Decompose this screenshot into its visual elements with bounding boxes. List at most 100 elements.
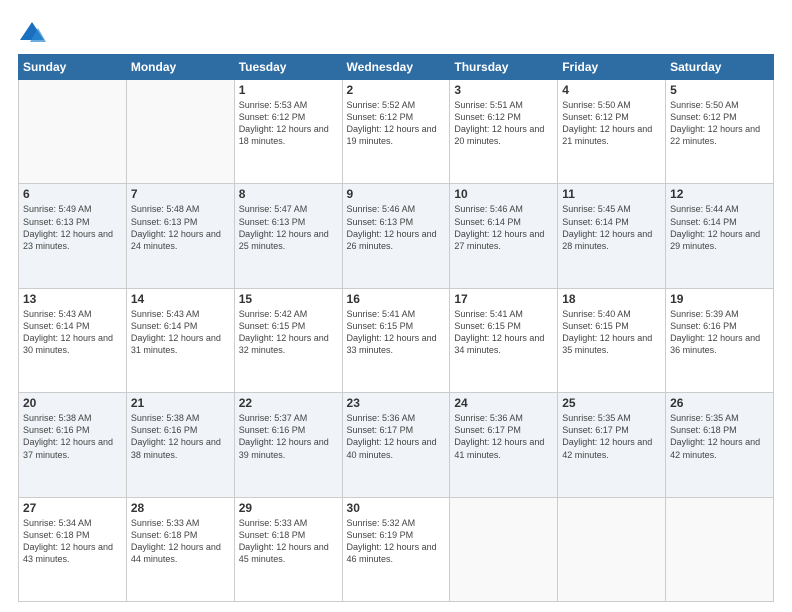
day-number: 14 [131, 292, 230, 306]
day-info: Sunrise: 5:52 AM Sunset: 6:12 PM Dayligh… [347, 99, 446, 148]
calendar-cell: 22 Sunrise: 5:37 AM Sunset: 6:16 PM Dayli… [234, 393, 342, 497]
day-info: Sunrise: 5:40 AM Sunset: 6:15 PM Dayligh… [562, 308, 661, 357]
weekday-header-sunday: Sunday [19, 55, 127, 80]
calendar-cell: 18 Sunrise: 5:40 AM Sunset: 6:15 PM Dayli… [558, 288, 666, 392]
logo-icon [18, 18, 46, 46]
calendar-cell: 28 Sunrise: 5:33 AM Sunset: 6:18 PM Dayli… [126, 497, 234, 601]
calendar-cell: 21 Sunrise: 5:38 AM Sunset: 6:16 PM Dayli… [126, 393, 234, 497]
day-info: Sunrise: 5:36 AM Sunset: 6:17 PM Dayligh… [454, 412, 553, 461]
day-number: 9 [347, 187, 446, 201]
day-info: Sunrise: 5:35 AM Sunset: 6:17 PM Dayligh… [562, 412, 661, 461]
day-number: 12 [670, 187, 769, 201]
calendar: SundayMondayTuesdayWednesdayThursdayFrid… [18, 54, 774, 602]
calendar-cell: 23 Sunrise: 5:36 AM Sunset: 6:17 PM Dayli… [342, 393, 450, 497]
day-number: 22 [239, 396, 338, 410]
calendar-cell: 1Sunrise: 5:53 AM Sunset: 6:12 PM Daylig… [234, 80, 342, 184]
calendar-cell: 17Sunrise: 5:41 AM Sunset: 6:15 PM Dayli… [450, 288, 558, 392]
day-info: Sunrise: 5:34 AM Sunset: 6:18 PM Dayligh… [23, 517, 122, 566]
calendar-cell [558, 497, 666, 601]
weekday-header-saturday: Saturday [666, 55, 774, 80]
day-number: 15 [239, 292, 338, 306]
day-number: 16 [347, 292, 446, 306]
calendar-cell: 30Sunrise: 5:32 AM Sunset: 6:19 PM Dayli… [342, 497, 450, 601]
calendar-cell: 19Sunrise: 5:39 AM Sunset: 6:16 PM Dayli… [666, 288, 774, 392]
day-info: Sunrise: 5:41 AM Sunset: 6:15 PM Dayligh… [347, 308, 446, 357]
day-number: 5 [670, 83, 769, 97]
day-info: Sunrise: 5:38 AM Sunset: 6:16 PM Dayligh… [23, 412, 122, 461]
day-number: 8 [239, 187, 338, 201]
day-number: 25 [562, 396, 661, 410]
calendar-body: 1Sunrise: 5:53 AM Sunset: 6:12 PM Daylig… [19, 80, 774, 602]
day-number: 2 [347, 83, 446, 97]
calendar-cell: 14Sunrise: 5:43 AM Sunset: 6:14 PM Dayli… [126, 288, 234, 392]
day-number: 19 [670, 292, 769, 306]
calendar-cell: 11 Sunrise: 5:45 AM Sunset: 6:14 PM Dayli… [558, 184, 666, 288]
day-number: 11 [562, 187, 661, 201]
day-info: Sunrise: 5:50 AM Sunset: 6:12 PM Dayligh… [670, 99, 769, 148]
day-number: 23 [347, 396, 446, 410]
header [18, 18, 774, 46]
calendar-cell [19, 80, 127, 184]
day-info: Sunrise: 5:41 AM Sunset: 6:15 PM Dayligh… [454, 308, 553, 357]
calendar-cell: 5 Sunrise: 5:50 AM Sunset: 6:12 PM Daylig… [666, 80, 774, 184]
day-number: 26 [670, 396, 769, 410]
page: SundayMondayTuesdayWednesdayThursdayFrid… [0, 0, 792, 612]
calendar-week-row: 6 Sunrise: 5:49 AM Sunset: 6:13 PM Daylig… [19, 184, 774, 288]
day-number: 29 [239, 501, 338, 515]
day-number: 28 [131, 501, 230, 515]
calendar-cell: 20 Sunrise: 5:38 AM Sunset: 6:16 PM Dayli… [19, 393, 127, 497]
calendar-cell: 15 Sunrise: 5:42 AM Sunset: 6:15 PM Dayli… [234, 288, 342, 392]
calendar-week-row: 1Sunrise: 5:53 AM Sunset: 6:12 PM Daylig… [19, 80, 774, 184]
weekday-header-thursday: Thursday [450, 55, 558, 80]
day-info: Sunrise: 5:45 AM Sunset: 6:14 PM Dayligh… [562, 203, 661, 252]
day-number: 13 [23, 292, 122, 306]
day-info: Sunrise: 5:48 AM Sunset: 6:13 PM Dayligh… [131, 203, 230, 252]
calendar-header: SundayMondayTuesdayWednesdayThursdayFrid… [19, 55, 774, 80]
day-info: Sunrise: 5:47 AM Sunset: 6:13 PM Dayligh… [239, 203, 338, 252]
day-info: Sunrise: 5:33 AM Sunset: 6:18 PM Dayligh… [239, 517, 338, 566]
day-number: 18 [562, 292, 661, 306]
day-info: Sunrise: 5:33 AM Sunset: 6:18 PM Dayligh… [131, 517, 230, 566]
day-info: Sunrise: 5:46 AM Sunset: 6:13 PM Dayligh… [347, 203, 446, 252]
calendar-cell: 2 Sunrise: 5:52 AM Sunset: 6:12 PM Daylig… [342, 80, 450, 184]
calendar-cell: 3Sunrise: 5:51 AM Sunset: 6:12 PM Daylig… [450, 80, 558, 184]
day-number: 3 [454, 83, 553, 97]
day-info: Sunrise: 5:43 AM Sunset: 6:14 PM Dayligh… [23, 308, 122, 357]
day-number: 20 [23, 396, 122, 410]
calendar-cell: 29 Sunrise: 5:33 AM Sunset: 6:18 PM Dayli… [234, 497, 342, 601]
day-info: Sunrise: 5:46 AM Sunset: 6:14 PM Dayligh… [454, 203, 553, 252]
calendar-cell [126, 80, 234, 184]
day-number: 24 [454, 396, 553, 410]
logo [18, 18, 50, 46]
calendar-cell: 24 Sunrise: 5:36 AM Sunset: 6:17 PM Dayli… [450, 393, 558, 497]
calendar-cell: 9 Sunrise: 5:46 AM Sunset: 6:13 PM Daylig… [342, 184, 450, 288]
day-number: 7 [131, 187, 230, 201]
calendar-cell: 12 Sunrise: 5:44 AM Sunset: 6:14 PM Dayli… [666, 184, 774, 288]
day-info: Sunrise: 5:32 AM Sunset: 6:19 PM Dayligh… [347, 517, 446, 566]
day-info: Sunrise: 5:53 AM Sunset: 6:12 PM Dayligh… [239, 99, 338, 148]
calendar-cell: 16 Sunrise: 5:41 AM Sunset: 6:15 PM Dayli… [342, 288, 450, 392]
day-info: Sunrise: 5:38 AM Sunset: 6:16 PM Dayligh… [131, 412, 230, 461]
day-info: Sunrise: 5:37 AM Sunset: 6:16 PM Dayligh… [239, 412, 338, 461]
day-number: 27 [23, 501, 122, 515]
day-number: 6 [23, 187, 122, 201]
day-info: Sunrise: 5:36 AM Sunset: 6:17 PM Dayligh… [347, 412, 446, 461]
day-info: Sunrise: 5:44 AM Sunset: 6:14 PM Dayligh… [670, 203, 769, 252]
day-number: 21 [131, 396, 230, 410]
day-info: Sunrise: 5:42 AM Sunset: 6:15 PM Dayligh… [239, 308, 338, 357]
calendar-week-row: 13 Sunrise: 5:43 AM Sunset: 6:14 PM Dayli… [19, 288, 774, 392]
calendar-cell: 8 Sunrise: 5:47 AM Sunset: 6:13 PM Daylig… [234, 184, 342, 288]
calendar-cell: 25 Sunrise: 5:35 AM Sunset: 6:17 PM Dayli… [558, 393, 666, 497]
calendar-cell: 4Sunrise: 5:50 AM Sunset: 6:12 PM Daylig… [558, 80, 666, 184]
day-info: Sunrise: 5:50 AM Sunset: 6:12 PM Dayligh… [562, 99, 661, 148]
day-number: 10 [454, 187, 553, 201]
calendar-cell: 6 Sunrise: 5:49 AM Sunset: 6:13 PM Daylig… [19, 184, 127, 288]
calendar-week-row: 20 Sunrise: 5:38 AM Sunset: 6:16 PM Dayli… [19, 393, 774, 497]
calendar-cell: 13 Sunrise: 5:43 AM Sunset: 6:14 PM Dayli… [19, 288, 127, 392]
calendar-cell: 26 Sunrise: 5:35 AM Sunset: 6:18 PM Dayli… [666, 393, 774, 497]
weekday-header-monday: Monday [126, 55, 234, 80]
day-info: Sunrise: 5:49 AM Sunset: 6:13 PM Dayligh… [23, 203, 122, 252]
day-info: Sunrise: 5:35 AM Sunset: 6:18 PM Dayligh… [670, 412, 769, 461]
calendar-week-row: 27 Sunrise: 5:34 AM Sunset: 6:18 PM Dayli… [19, 497, 774, 601]
calendar-cell [450, 497, 558, 601]
